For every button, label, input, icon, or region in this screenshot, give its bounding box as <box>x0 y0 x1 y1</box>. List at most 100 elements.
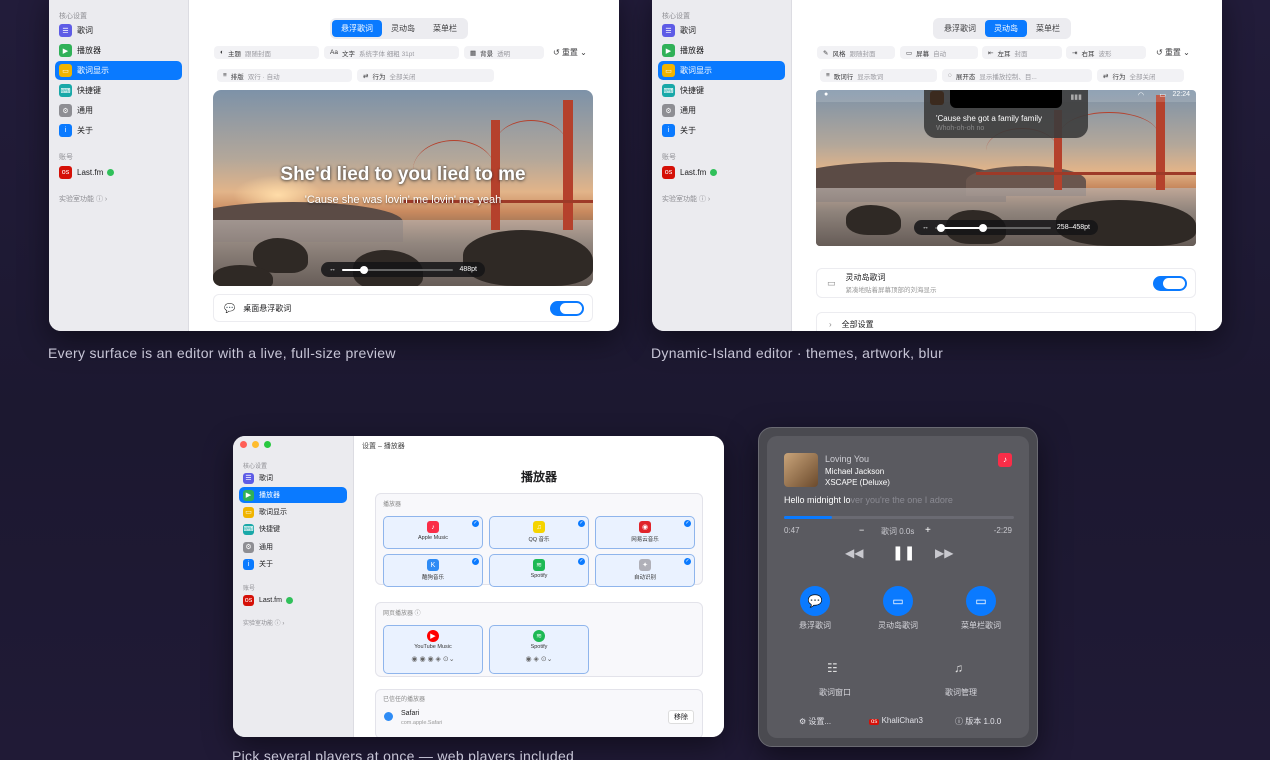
sidebar-item-display[interactable]: ▭ 歌词显示 <box>55 61 182 80</box>
chip-text[interactable]: Aa 文字 系统字体 细粗 31pt <box>324 46 459 59</box>
sidebar-item-player[interactable]: ▶ 播放器 <box>239 487 347 503</box>
experimental-link[interactable]: 实验室功能 ⓘ › <box>59 194 107 204</box>
pause-icon[interactable]: ❚❚ <box>892 544 915 561</box>
display-icon: ▭ <box>662 64 675 77</box>
sidebar-item-general[interactable]: ⚙ 通用 <box>239 539 347 555</box>
lyrics-window-icon[interactable]: ☷ <box>827 661 838 675</box>
sidebar-item-shortcuts[interactable]: ⌨ 快捷键 <box>55 81 182 100</box>
zoom-button[interactable] <box>264 441 271 448</box>
tab-floating-lyrics[interactable]: 悬浮歌词 <box>935 20 985 37</box>
caption-1: Every surface is an editor with a live, … <box>48 345 396 361</box>
tab-dynamic-island[interactable]: 灵动岛 <box>985 20 1027 37</box>
kugou-icon: K <box>427 559 439 571</box>
settings-button[interactable]: ⚙ 设置... <box>799 716 831 727</box>
sidebar-item-lastfm[interactable]: os Last.fm <box>658 163 785 182</box>
sidebar-item-about[interactable]: i 关于 <box>55 121 182 140</box>
offset-minus-button[interactable]: − <box>859 525 864 535</box>
reset-button[interactable]: ↺ 重置 ⌄ <box>1156 47 1190 58</box>
lyrics-window-label: 歌词窗口 <box>819 688 851 697</box>
float-lyrics-label: 悬浮歌词 <box>799 621 831 630</box>
version-info: ⓘ 版本 1.0.0 <box>955 717 1002 726</box>
tab-menubar[interactable]: 菜单栏 <box>424 20 466 37</box>
sidebar-section-core: 核心设置 <box>243 464 268 470</box>
chip-right-ear[interactable]: ⇥ 右耳 波形 <box>1066 46 1146 59</box>
sidebar-item-display[interactable]: ▭ 歌词显示 <box>658 61 785 80</box>
sidebar-item-shortcuts[interactable]: ⌨ 快捷键 <box>239 521 347 537</box>
keyboard-icon: ⌨ <box>243 523 254 535</box>
fast-forward-icon[interactable]: ▶▶ <box>935 546 953 560</box>
menubar-lyrics-button[interactable]: ▭ <box>966 586 996 616</box>
size-slider[interactable]: ↔ 258–458pt <box>914 220 1098 235</box>
progress-track[interactable] <box>784 516 1014 519</box>
size-slider[interactable]: ↔ 488pt <box>321 262 485 277</box>
sidebar-item-general[interactable]: ⚙ 通用 <box>55 101 182 120</box>
player-auto-detect[interactable]: ✦ 自动识别 ✓ <box>595 554 695 587</box>
lastfm-user[interactable]: os KhaliChan3 <box>869 716 923 725</box>
apple-music-icon[interactable]: ♪ <box>998 453 1012 467</box>
sidebar-item-lastfm[interactable]: os Last.fm <box>239 592 347 608</box>
sidebar-item-lyrics[interactable]: ☰ 歌词 <box>55 21 182 40</box>
rewind-icon[interactable]: ◀◀ <box>845 546 863 560</box>
tab-dynamic-island[interactable]: 灵动岛 <box>382 20 424 37</box>
sidebar-item-shortcuts[interactable]: ⌨ 快捷键 <box>658 81 785 100</box>
offset-label: 歌词 0.0s <box>881 527 915 536</box>
lyrics-icon: ☰ <box>243 472 254 484</box>
tab-floating-lyrics[interactable]: 悬浮歌词 <box>332 20 382 37</box>
island-lyrics-toggle[interactable] <box>1153 276 1187 291</box>
player-apple-music[interactable]: ♪ Apple Music ✓ <box>383 516 483 549</box>
player-spotify[interactable]: ≋ Spotify ✓ <box>489 554 589 587</box>
sidebar-section-account: 账号 <box>662 154 676 161</box>
lyrics-manage-icon[interactable]: ♫ <box>954 661 963 675</box>
chip-screen[interactable]: ▭ 屏幕 自动 <box>900 46 978 59</box>
island-lyrics-button[interactable]: ▭ <box>883 586 913 616</box>
chip-style[interactable]: ✎ 风格 跟随封面 <box>817 46 895 59</box>
offset-plus-button[interactable]: + <box>925 525 931 536</box>
player-kugou[interactable]: K 酷狗音乐 ✓ <box>383 554 483 587</box>
experimental-link[interactable]: 实验室功能 ⓘ › <box>662 194 710 204</box>
chip-layout[interactable]: ≡ 排版 双行 · 自动 <box>217 69 352 82</box>
check-icon: ✓ <box>684 520 691 527</box>
player-qq-music[interactable]: ♫ QQ 音乐 ✓ <box>489 516 589 549</box>
island-lyrics-row: ▭ 灵动岛歌词 紧凑地贴着屏幕顶部的刘海显示 <box>816 268 1196 298</box>
song-title: Loving You <box>825 454 870 464</box>
experimental-link[interactable]: 实验室功能 ⓘ › <box>243 618 284 627</box>
remove-button[interactable]: 移除 <box>668 710 694 724</box>
sidebar-item-lyrics[interactable]: ☰ 歌词 <box>658 21 785 40</box>
sidebar-item-about[interactable]: i 关于 <box>239 556 347 572</box>
check-icon: ✓ <box>472 520 479 527</box>
sidebar-item-about[interactable]: i 关于 <box>658 121 785 140</box>
float-lyrics-button[interactable]: 💬 <box>800 586 830 616</box>
minimize-button[interactable] <box>252 441 259 448</box>
chip-expanded[interactable]: ◌ 展开态 显示播放控制、目... <box>942 69 1092 82</box>
slider-knob-max[interactable] <box>979 223 988 232</box>
page-title: 播放器 <box>520 470 557 484</box>
slider-knob[interactable] <box>359 265 368 274</box>
sidebar-item-display[interactable]: ▭ 歌词显示 <box>239 504 347 520</box>
sidebar-item-general[interactable]: ⚙ 通用 <box>658 101 785 120</box>
slider-knob-min[interactable] <box>937 223 946 232</box>
close-button[interactable] <box>240 441 247 448</box>
chip-lyric-row[interactable]: ≡ 歌词行 显示歌词 <box>820 69 937 82</box>
player-netease[interactable]: ◉ 网易云音乐 ✓ <box>595 516 695 549</box>
youtube-music-icon: ▶ <box>427 630 439 642</box>
battery-icon: ▭ <box>1159 92 1166 99</box>
sidebar-item-lastfm[interactable]: os Last.fm <box>55 163 182 182</box>
web-player-spotify[interactable]: ≋ Spotify ◉ ◈ ⊙⌄ <box>489 625 589 674</box>
chip-behavior[interactable]: ⇄ 行为 全部关闭 <box>1097 69 1184 82</box>
sidebar-item-lyrics[interactable]: ☰ 歌词 <box>239 470 347 486</box>
tab-menubar[interactable]: 菜单栏 <box>1027 20 1069 37</box>
sidebar: 核心设置 ☰ 歌词 ▶ 播放器 ▭ 歌词显示 ⌨ 快捷键 ⚙ 通用 i 关于 账号 os La… <box>49 0 189 331</box>
desktop-lyrics-toggle[interactable] <box>550 301 584 316</box>
sidebar-item-player[interactable]: ▶ 播放器 <box>658 41 785 60</box>
waveform-icon: ▮▮▮ <box>1070 94 1082 101</box>
chip-theme[interactable]: ◐ 主题 跟随封面 <box>214 46 319 59</box>
safari-icon <box>384 712 393 721</box>
sidebar-item-player[interactable]: ▶ 播放器 <box>55 41 182 60</box>
chip-left-ear[interactable]: ⇤ 左耳 封面 <box>982 46 1062 59</box>
web-player-youtube-music[interactable]: ▶ YouTube Music ◉ ◉ ◉ ◈ ⊙⌄ <box>383 625 483 674</box>
trusted-section-label: 已信任的播放器 <box>383 697 426 703</box>
reset-button[interactable]: ↺ 重置 ⌄ <box>553 47 587 58</box>
chip-behavior[interactable]: ⇄ 行为 全部关闭 <box>357 69 494 82</box>
chip-background[interactable]: ▦ 背景 透明 <box>464 46 544 59</box>
all-settings-row[interactable]: › 全部设置 <box>816 312 1196 331</box>
